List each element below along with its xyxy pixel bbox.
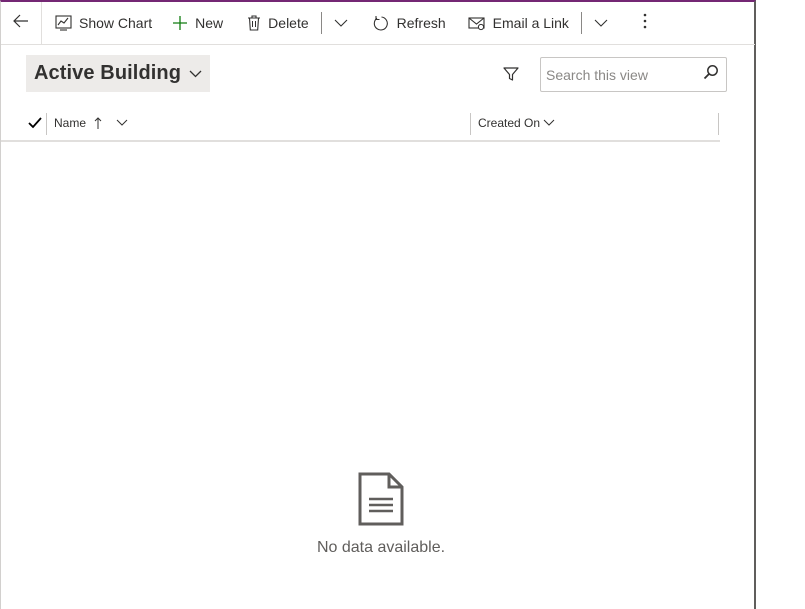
delete-label: Delete xyxy=(268,15,309,31)
email-link-button[interactable]: Email a Link xyxy=(456,2,579,44)
show-chart-button[interactable]: Show Chart xyxy=(42,2,162,44)
chevron-down-icon[interactable] xyxy=(116,119,128,126)
column-divider xyxy=(718,113,719,135)
command-bar: Show Chart New Delete Refresh Email a Li… xyxy=(1,2,755,45)
search-button[interactable] xyxy=(696,58,726,91)
search-box xyxy=(540,57,727,92)
command-separator xyxy=(320,12,322,34)
email-link-icon xyxy=(468,16,486,31)
back-arrow-icon xyxy=(13,14,29,33)
column-header-label: Created On xyxy=(478,115,541,130)
plus-icon xyxy=(172,15,188,31)
document-icon xyxy=(358,472,404,531)
view-selector[interactable]: Active Building xyxy=(26,55,211,92)
empty-state: No data available. xyxy=(306,472,456,557)
trash-icon xyxy=(247,15,261,31)
checkmark-icon xyxy=(28,116,42,133)
chart-icon xyxy=(55,15,72,31)
search-icon xyxy=(703,64,719,85)
column-header-created-on[interactable]: Created On xyxy=(478,105,555,140)
refresh-icon xyxy=(373,15,390,32)
email-link-label: Email a Link xyxy=(492,15,569,31)
delete-more-dropdown[interactable] xyxy=(324,2,358,44)
refresh-button[interactable]: Refresh xyxy=(358,2,456,44)
delete-button[interactable]: Delete xyxy=(233,2,318,44)
sort-ascending-icon xyxy=(94,116,102,129)
email-more-dropdown[interactable] xyxy=(584,2,618,44)
chevron-down-icon xyxy=(189,70,202,78)
show-chart-label: Show Chart xyxy=(79,15,153,31)
grid-header: Name Created On xyxy=(1,105,720,142)
new-label: New xyxy=(195,15,224,31)
filter-button[interactable] xyxy=(499,64,523,88)
more-vertical-icon xyxy=(643,13,647,34)
empty-state-message: No data available. xyxy=(316,539,446,556)
app-frame: Show Chart New Delete Refresh Email a Li… xyxy=(0,0,756,609)
refresh-label: Refresh xyxy=(396,15,446,31)
back-button[interactable] xyxy=(1,2,42,44)
filter-icon xyxy=(503,66,519,87)
outside-area xyxy=(758,0,805,609)
column-divider xyxy=(46,113,47,135)
column-header-name[interactable]: Name xyxy=(54,105,128,140)
column-divider xyxy=(470,113,471,135)
command-separator xyxy=(580,12,582,34)
search-input[interactable] xyxy=(541,66,696,83)
new-button[interactable]: New xyxy=(162,2,233,44)
chevron-down-icon xyxy=(543,119,555,126)
column-header-label: Name xyxy=(54,115,87,130)
select-all-checkbox[interactable] xyxy=(28,116,44,132)
chevron-down-icon xyxy=(334,14,348,32)
view-title: Active Building xyxy=(34,62,182,84)
chevron-down-icon xyxy=(594,14,608,32)
more-commands-button[interactable] xyxy=(630,2,660,44)
